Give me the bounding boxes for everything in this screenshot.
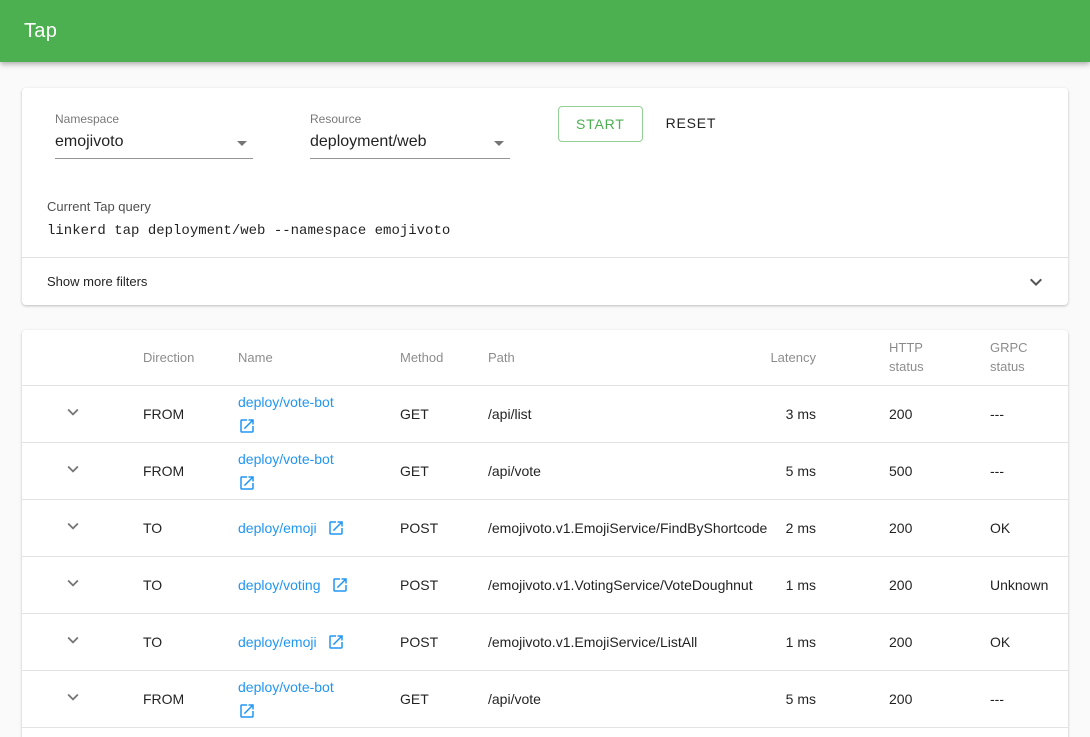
expand-row-button[interactable] (62, 572, 84, 594)
path-cell: /api/list (488, 385, 750, 442)
start-button[interactable]: START (558, 106, 643, 142)
method-cell: GET (400, 670, 488, 727)
show-more-filters-label: Show more filters (47, 274, 147, 289)
direction-cell: TO (143, 613, 238, 670)
direction-cell: FROM (143, 385, 238, 442)
grpc-status-cell: Unknown (945, 556, 1068, 613)
path-cell: /emojivoto.v1.EmojiService/FindByShortco… (488, 499, 750, 556)
table-header-row: Direction Name Method Path Latency HTTP … (22, 330, 1068, 385)
path-cell: /api/vote (488, 670, 750, 727)
resource-link[interactable]: deploy/emoji (238, 634, 317, 650)
direction-cell: TO (143, 499, 238, 556)
table-row: TO deploy/emoji POST /emojivoto.v1.Emoji… (22, 613, 1068, 670)
open-in-new-icon[interactable] (238, 474, 400, 492)
namespace-select[interactable]: Namespace emojivoto (55, 112, 253, 159)
resource-link[interactable]: deploy/emoji (238, 520, 317, 536)
caret-down-icon (494, 141, 504, 146)
table-row: TO deploy/voting POST /emojivoto.v1.Voti… (22, 556, 1068, 613)
tap-results-card: Direction Name Method Path Latency HTTP … (22, 330, 1068, 737)
direction-column-header: Direction (143, 330, 238, 385)
http-status-cell: 500 (844, 442, 945, 499)
chevron-down-icon[interactable] (1024, 270, 1048, 294)
latency-cell: 5 ms (750, 670, 844, 727)
http-status-cell: 200 (844, 385, 945, 442)
open-in-new-icon[interactable] (327, 633, 345, 651)
grpc-status-cell: OK (945, 613, 1068, 670)
latency-cell: 1 ms (750, 556, 844, 613)
current-query-section: Current Tap query linkerd tap deployment… (22, 159, 1068, 239)
latency-cell: 5 ms (750, 442, 844, 499)
page-title: Tap (24, 20, 57, 43)
table-row-partial (22, 727, 1068, 737)
latency-column-header: Latency (750, 330, 844, 385)
tap-results-table: Direction Name Method Path Latency HTTP … (22, 330, 1068, 737)
method-cell: GET (400, 442, 488, 499)
method-cell: POST (400, 613, 488, 670)
current-query-label: Current Tap query (47, 199, 1044, 214)
grpc-status-cell: OK (945, 499, 1068, 556)
resource-link[interactable]: deploy/vote-bot (238, 393, 400, 412)
table-row: FROM deploy/vote-bot GET /api/list 3 ms … (22, 385, 1068, 442)
latency-cell: 3 ms (750, 385, 844, 442)
caret-down-icon (237, 141, 247, 146)
resource-link[interactable]: deploy/vote-bot (238, 450, 400, 469)
resource-value[interactable]: deployment/web (310, 132, 510, 159)
path-column-header: Path (488, 330, 750, 385)
expand-row-button[interactable] (62, 629, 84, 651)
show-more-filters-toggle[interactable]: Show more filters (22, 258, 1068, 305)
http-status-column-header: HTTP status (844, 330, 945, 385)
direction-cell: TO (143, 556, 238, 613)
expand-row-button[interactable] (62, 515, 84, 537)
grpc-status-cell: --- (945, 670, 1068, 727)
expand-row-button[interactable] (62, 401, 84, 423)
path-cell: /emojivoto.v1.EmojiService/ListAll (488, 613, 750, 670)
resource-link[interactable]: deploy/vote-bot (238, 678, 400, 697)
filter-row: Namespace emojivoto Resource deployment/… (22, 88, 1068, 159)
method-cell: POST (400, 499, 488, 556)
namespace-value[interactable]: emojivoto (55, 132, 253, 159)
app-bar: Tap (0, 0, 1090, 62)
resource-label: Resource (310, 112, 510, 126)
name-column-header: Name (238, 330, 400, 385)
resource-link[interactable]: deploy/voting (238, 577, 321, 593)
tap-filter-card: Namespace emojivoto Resource deployment/… (22, 88, 1068, 305)
method-cell: POST (400, 556, 488, 613)
expand-column-header (22, 330, 143, 385)
namespace-label: Namespace (55, 112, 253, 126)
table-row: FROM deploy/vote-bot GET /api/vote 5 ms … (22, 442, 1068, 499)
grpc-status-cell: --- (945, 442, 1068, 499)
table-row: FROM deploy/vote-bot GET /api/vote 5 ms … (22, 670, 1068, 727)
http-status-cell: 200 (844, 499, 945, 556)
expand-row-button[interactable] (62, 458, 84, 480)
resource-select[interactable]: Resource deployment/web (310, 112, 510, 159)
http-status-cell: 200 (844, 670, 945, 727)
path-cell: /api/vote (488, 442, 750, 499)
open-in-new-icon[interactable] (238, 702, 400, 720)
http-status-cell: 200 (844, 613, 945, 670)
direction-cell: FROM (143, 670, 238, 727)
latency-cell: 1 ms (750, 613, 844, 670)
current-query-text: linkerd tap deployment/web --namespace e… (47, 223, 1044, 239)
grpc-status-column-header: GRPC status (945, 330, 1068, 385)
method-cell: GET (400, 385, 488, 442)
open-in-new-icon[interactable] (327, 519, 345, 537)
reset-button[interactable]: RESET (652, 106, 731, 140)
path-cell: /emojivoto.v1.VotingService/VoteDoughnut (488, 556, 750, 613)
open-in-new-icon[interactable] (238, 417, 400, 435)
method-column-header: Method (400, 330, 488, 385)
http-status-cell: 200 (844, 556, 945, 613)
open-in-new-icon[interactable] (331, 576, 349, 594)
table-row: TO deploy/emoji POST /emojivoto.v1.Emoji… (22, 499, 1068, 556)
expand-row-button[interactable] (62, 686, 84, 708)
grpc-status-cell: --- (945, 385, 1068, 442)
direction-cell: FROM (143, 442, 238, 499)
